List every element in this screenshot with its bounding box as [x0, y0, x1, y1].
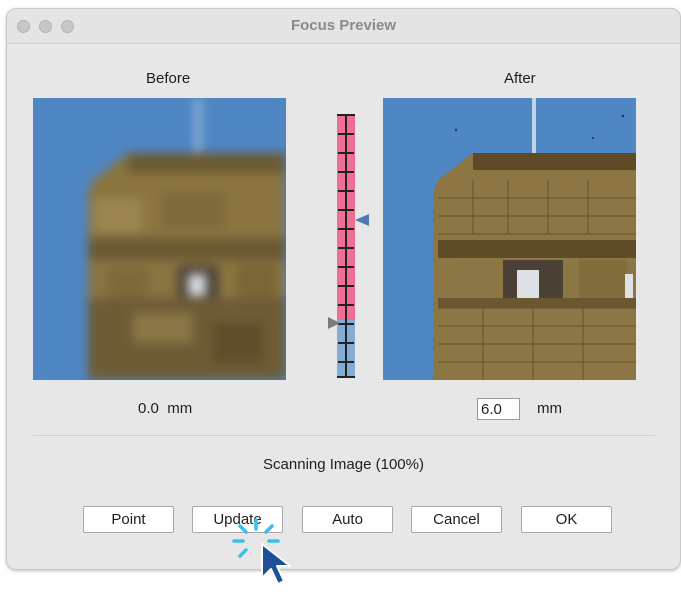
preview-focus-marker-icon[interactable] [328, 317, 340, 329]
after-label: After [504, 70, 536, 87]
before-focus-value: 0.0 mm [138, 400, 192, 417]
before-value-number: 0.0 [138, 400, 159, 417]
focus-scale-tick [338, 190, 354, 192]
before-image [33, 98, 286, 380]
focus-scale[interactable] [337, 114, 355, 378]
window-title: Focus Preview [290, 17, 397, 34]
focus-scale-tick [338, 133, 354, 135]
mouse-pointer-icon [261, 543, 291, 585]
focus-scale-tick [338, 171, 354, 173]
after-unit-label: mm [537, 400, 562, 417]
focus-scale-tick [338, 304, 354, 306]
cancel-button[interactable]: Cancel [411, 506, 502, 533]
focus-scale-tick [337, 376, 355, 378]
current-focus-marker-icon[interactable] [355, 214, 369, 226]
title-bar: Focus Preview [7, 9, 680, 44]
before-label: Before [146, 70, 191, 87]
auto-button[interactable]: Auto [302, 506, 393, 533]
focus-scale-tick [338, 285, 354, 287]
status-text: Scanning Image (100%) [263, 456, 424, 473]
focus-scale-tick [338, 361, 354, 363]
focus-scale-tick [338, 228, 354, 230]
focus-scale-tick [338, 152, 354, 154]
focus-preview-window: Focus Preview Before After 0.0 mm 6.0 mm… [6, 8, 681, 570]
after-image [383, 98, 636, 380]
ok-button[interactable]: OK [521, 506, 612, 533]
focus-scale-axis [345, 114, 347, 378]
focus-scale-tick [338, 323, 354, 325]
before-value-unit: mm [167, 400, 193, 417]
focus-scale-tick [338, 209, 354, 211]
click-indicator [228, 512, 298, 585]
divider [33, 435, 655, 436]
point-button[interactable]: Point [83, 506, 174, 533]
focus-scale-tick [337, 114, 355, 116]
focus-scale-tick [338, 266, 354, 268]
after-focus-input[interactable] [477, 398, 520, 420]
focus-scale-tick [338, 247, 354, 249]
focus-scale-tick [338, 342, 354, 344]
